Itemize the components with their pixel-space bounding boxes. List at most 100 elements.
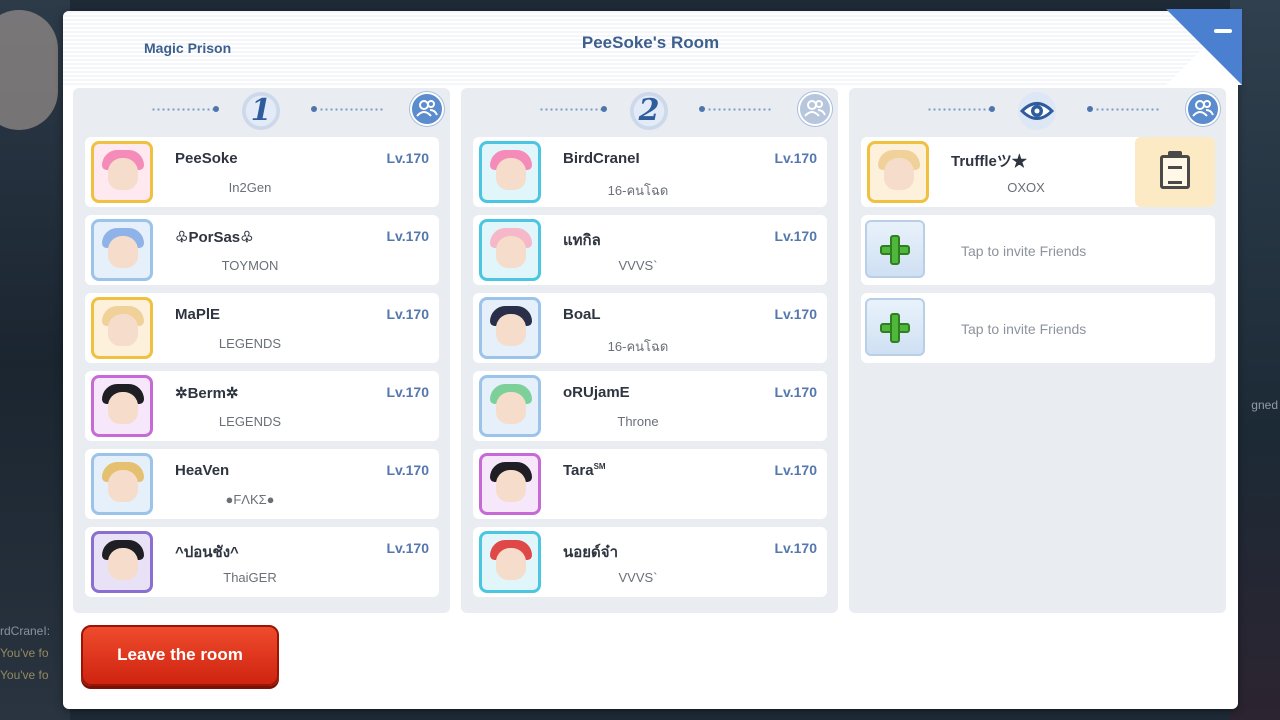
player-slot[interactable]: HeaVen Lv.170 ●FΛKΣ● bbox=[85, 449, 439, 519]
invite-slot[interactable]: Tap to invite Friends bbox=[861, 293, 1215, 363]
player-name-text: Tara bbox=[563, 462, 594, 479]
player-guild: 16-คนโฉด bbox=[607, 183, 669, 198]
team-1-column: 1 PeeSoke Lv.170 In2Gen ♧PorSas♧ Lv.170 bbox=[73, 88, 450, 613]
minimize-button[interactable] bbox=[1166, 9, 1242, 85]
player-guild: LEGENDS bbox=[218, 414, 282, 429]
player-guild: In2Gen bbox=[228, 180, 272, 195]
player-name: oRUjamE bbox=[563, 384, 630, 401]
people-icon bbox=[416, 100, 438, 117]
team-number-badge: 2 bbox=[626, 90, 672, 132]
invite-label: Tap to invite Friends bbox=[961, 243, 1087, 259]
player-avatar bbox=[91, 453, 153, 515]
divider-dot bbox=[601, 106, 607, 112]
background-chat-line: You've fo bbox=[0, 646, 49, 660]
divider-dots bbox=[151, 108, 215, 111]
room-title: PeeSoke's Room bbox=[581, 33, 720, 52]
player-level: Lv.170 bbox=[774, 150, 817, 166]
team-2-header: 2 bbox=[461, 88, 838, 136]
invite-slot[interactable]: Tap to invite Friends bbox=[861, 215, 1215, 285]
eye-icon bbox=[1014, 90, 1060, 132]
player-guild: 16-คนโฉด bbox=[607, 339, 669, 354]
player-name: PeeSoke bbox=[175, 150, 238, 167]
leave-room-button[interactable]: Leave the room bbox=[81, 625, 279, 686]
player-avatar bbox=[479, 141, 541, 203]
player-name: ✲Berm✲ bbox=[175, 385, 239, 402]
player-slot[interactable]: ^ปอนชัง^ Lv.170 ThaiGER bbox=[85, 527, 439, 597]
spectator-slot[interactable]: Truffleツ★ OXOX bbox=[861, 137, 1215, 207]
player-level: Lv.170 bbox=[774, 228, 817, 244]
divider-dot bbox=[1087, 106, 1093, 112]
player-level: Lv.170 bbox=[774, 462, 817, 478]
player-level: Lv.170 bbox=[774, 540, 817, 556]
player-level: Lv.170 bbox=[386, 540, 429, 556]
player-level: Lv.170 bbox=[386, 462, 429, 478]
player-slot[interactable]: BirdCraneI Lv.170 16-คนโฉด bbox=[473, 137, 827, 207]
player-avatar bbox=[479, 531, 541, 593]
background-character bbox=[0, 10, 58, 130]
player-level: Lv.170 bbox=[774, 306, 817, 322]
player-level: Lv.170 bbox=[386, 150, 429, 166]
player-name: MaPlE bbox=[175, 306, 221, 323]
join-team-icon[interactable] bbox=[798, 92, 832, 126]
player-slot[interactable]: ♧PorSas♧ Lv.170 TOYMON bbox=[85, 215, 439, 285]
player-avatar bbox=[867, 141, 929, 203]
player-slot[interactable]: แทกิล Lv.170 VVVS` bbox=[473, 215, 827, 285]
divider-dots bbox=[539, 108, 603, 111]
player-slot[interactable]: นอยด์จ๋า Lv.170 VVVS` bbox=[473, 527, 827, 597]
player-guild: ●FΛKΣ● bbox=[225, 492, 275, 507]
join-spectators-icon[interactable] bbox=[1186, 92, 1220, 126]
player-avatar bbox=[479, 375, 541, 437]
room-panel: Magic Prison PeeSoke's Room 1 PeeSoke Lv… bbox=[63, 9, 1242, 709]
join-team-icon[interactable] bbox=[410, 92, 444, 126]
player-guild: OXOX bbox=[1007, 180, 1045, 195]
player-name: HeaVen bbox=[175, 462, 230, 479]
invite-label: Tap to invite Friends bbox=[961, 321, 1087, 337]
background-chat-line: You've fo bbox=[0, 668, 49, 682]
room-notes-button[interactable] bbox=[1135, 137, 1215, 207]
divider-dots bbox=[319, 108, 383, 111]
player-name: Truffleツ★ bbox=[951, 153, 1027, 170]
player-name: BoaL bbox=[563, 306, 601, 323]
divider-dot bbox=[699, 106, 705, 112]
player-level: Lv.170 bbox=[774, 384, 817, 400]
player-name: ♧PorSas♧ bbox=[175, 229, 254, 246]
player-guild: LEGENDS bbox=[218, 336, 282, 351]
player-avatar bbox=[479, 297, 541, 359]
player-guild: Throne bbox=[617, 414, 659, 429]
player-slot[interactable]: ✲Berm✲ Lv.170 LEGENDS bbox=[85, 371, 439, 441]
team-number-badge: 1 bbox=[238, 90, 284, 132]
team-1-header: 1 bbox=[73, 88, 450, 136]
player-name: แทกิล bbox=[563, 232, 601, 249]
player-guild: VVVS` bbox=[618, 570, 658, 585]
player-name: นอยด์จ๋า bbox=[563, 544, 619, 561]
player-level: Lv.170 bbox=[386, 306, 429, 322]
player-slot[interactable]: PeeSoke Lv.170 In2Gen bbox=[85, 137, 439, 207]
player-avatar bbox=[91, 297, 153, 359]
divider-dots bbox=[927, 108, 991, 111]
minimize-corner bbox=[1166, 9, 1242, 85]
team-2-column: 2 BirdCraneI Lv.170 16-คนโฉด แทกิล Lv.17… bbox=[461, 88, 838, 613]
player-name: TaraSM bbox=[563, 462, 606, 479]
player-level: Lv.170 bbox=[386, 384, 429, 400]
spectator-column: Truffleツ★ OXOX Tap to invite Friends Tap… bbox=[849, 88, 1226, 613]
people-icon bbox=[804, 100, 826, 117]
player-slot[interactable]: BoaL Lv.170 16-คนโฉด bbox=[473, 293, 827, 363]
player-avatar bbox=[91, 141, 153, 203]
divider-dot bbox=[989, 106, 995, 112]
divider-dots bbox=[1095, 108, 1159, 111]
player-slot[interactable]: TaraSM Lv.170 bbox=[473, 449, 827, 519]
background-side-text: gned bbox=[1251, 398, 1278, 412]
divider-dot bbox=[311, 106, 317, 112]
player-slot[interactable]: MaPlE Lv.170 LEGENDS bbox=[85, 293, 439, 363]
player-avatar bbox=[91, 219, 153, 281]
player-name-badge: SM bbox=[593, 462, 606, 471]
player-avatar bbox=[91, 531, 153, 593]
plus-icon bbox=[865, 298, 925, 356]
player-slot[interactable]: oRUjamE Lv.170 Throne bbox=[473, 371, 827, 441]
player-guild: VVVS` bbox=[618, 258, 658, 273]
player-guild: TOYMON bbox=[221, 258, 279, 273]
player-avatar bbox=[479, 453, 541, 515]
spectator-header bbox=[849, 88, 1226, 136]
plus-icon bbox=[865, 220, 925, 278]
divider-dot bbox=[213, 106, 219, 112]
